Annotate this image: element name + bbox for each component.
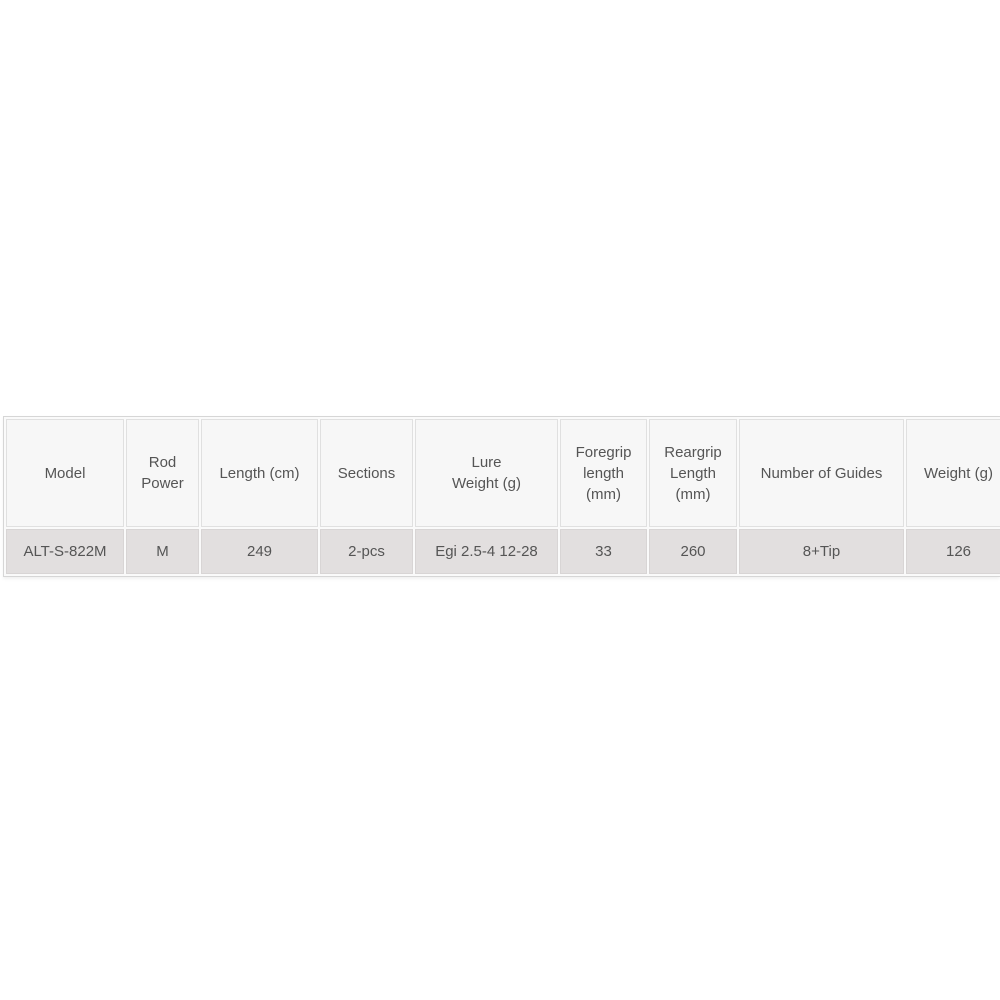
cell-weight: 126 [906,529,1000,574]
cell-sections: 2-pcs [320,529,413,574]
cell-model: ALT-S-822M [6,529,124,574]
header-number-of-guides: Number of Guides [739,419,904,527]
header-weight: Weight (g) [906,419,1000,527]
header-foregrip-length: Foregrip length (mm) [560,419,647,527]
header-sections: Sections [320,419,413,527]
spec-table-container: Model Rod Power Length (cm) Sections Lur… [3,416,1000,577]
header-reargrip-length: Reargrip Length (mm) [649,419,737,527]
table-row: ALT-S-822M M 249 2-pcs Egi 2.5-4 12-28 3… [6,529,1000,574]
cell-length: 249 [201,529,318,574]
header-row: Model Rod Power Length (cm) Sections Lur… [6,419,1000,527]
header-length: Length (cm) [201,419,318,527]
cell-foregrip-length: 33 [560,529,647,574]
header-lure-weight: Lure Weight (g) [415,419,558,527]
spec-table: Model Rod Power Length (cm) Sections Lur… [4,417,1000,576]
cell-lure-weight: Egi 2.5-4 12-28 [415,529,558,574]
header-rod-power: Rod Power [126,419,199,527]
header-model: Model [6,419,124,527]
cell-number-of-guides: 8+Tip [739,529,904,574]
cell-reargrip-length: 260 [649,529,737,574]
cell-rod-power: M [126,529,199,574]
